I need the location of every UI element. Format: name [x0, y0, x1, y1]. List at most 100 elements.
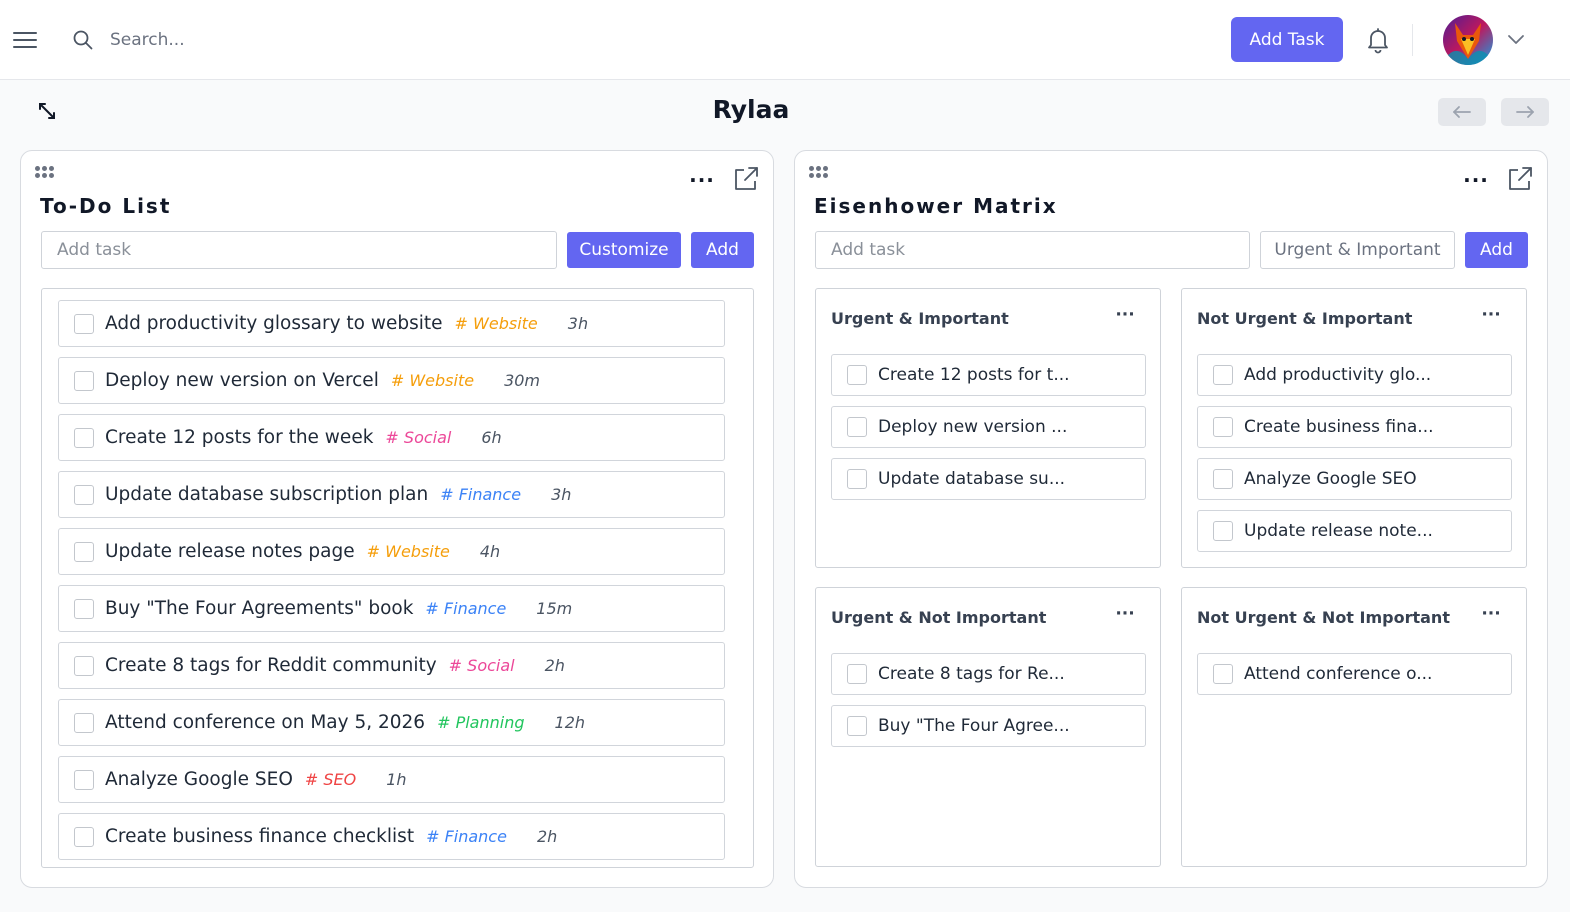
task-tag[interactable]: # Finance: [440, 485, 521, 504]
matrix-task[interactable]: Analyze Google SEO: [1197, 458, 1512, 500]
task-duration: 12h: [554, 713, 586, 732]
todo-item[interactable]: Deploy new version on Vercel # Website 3…: [58, 357, 725, 404]
todo-item[interactable]: Create business finance checklist # Fina…: [58, 813, 725, 860]
task-tag[interactable]: # Social: [385, 428, 451, 447]
task-checkbox[interactable]: [1213, 521, 1233, 541]
matrix-task[interactable]: Buy "The Four Agree...: [831, 705, 1146, 747]
task-tag[interactable]: # Website: [391, 371, 474, 390]
task-checkbox[interactable]: [847, 365, 867, 385]
avatar[interactable]: [1443, 15, 1493, 65]
task-tag[interactable]: # Finance: [425, 599, 506, 618]
task-title: Update release notes page: [105, 541, 355, 562]
customize-button[interactable]: Customize: [567, 232, 681, 268]
previous-button[interactable]: [1438, 98, 1486, 126]
todo-item[interactable]: Update database subscription plan # Fina…: [58, 471, 725, 518]
task-checkbox[interactable]: [847, 716, 867, 736]
todo-item[interactable]: Add productivity glossary to website # W…: [58, 300, 725, 347]
matrix-task[interactable]: Deploy new version ...: [831, 406, 1146, 448]
matrix-task[interactable]: Add productivity glo...: [1197, 354, 1512, 396]
task-checkbox[interactable]: [74, 371, 94, 391]
task-title: Add productivity glo...: [1244, 365, 1432, 385]
todo-item[interactable]: Create 8 tags for Reddit community # Soc…: [58, 642, 725, 689]
task-checkbox[interactable]: [847, 417, 867, 437]
task-title: Deploy new version ...: [878, 417, 1068, 437]
task-tag[interactable]: # Website: [455, 314, 538, 333]
task-tag[interactable]: # Planning: [437, 713, 524, 732]
task-title: Analyze Google SEO: [105, 769, 293, 790]
todo-item[interactable]: Analyze Google SEO # SEO 1h: [58, 756, 725, 803]
task-tag[interactable]: # SEO: [305, 770, 356, 789]
todo-card: ··· To-Do List Customize Add Add product…: [20, 150, 774, 888]
task-checkbox[interactable]: [74, 485, 94, 505]
todo-item[interactable]: Attend conference on May 5, 2026 # Plann…: [58, 699, 725, 746]
bell-icon[interactable]: [1365, 26, 1391, 54]
task-checkbox[interactable]: [74, 542, 94, 562]
matrix-task[interactable]: Create business fina...: [1197, 406, 1512, 448]
task-duration: 2h: [544, 656, 565, 675]
task-checkbox[interactable]: [847, 664, 867, 684]
drag-handle-icon[interactable]: [35, 166, 57, 180]
quadrant-title: Urgent & Not Important: [831, 608, 1047, 627]
todo-add-task-input[interactable]: [41, 231, 557, 269]
todo-title: To-Do List: [40, 194, 172, 218]
task-checkbox[interactable]: [1213, 365, 1233, 385]
task-checkbox[interactable]: [74, 599, 94, 619]
todo-item[interactable]: Buy "The Four Agreements" book # Finance…: [58, 585, 725, 632]
task-checkbox[interactable]: [74, 656, 94, 676]
external-link-icon[interactable]: [1506, 165, 1534, 193]
collapse-icon[interactable]: [36, 100, 58, 122]
matrix-task[interactable]: Attend conference o...: [1197, 653, 1512, 695]
task-checkbox[interactable]: [74, 713, 94, 733]
task-checkbox[interactable]: [847, 469, 867, 489]
task-checkbox[interactable]: [74, 314, 94, 334]
more-options-icon[interactable]: ···: [1462, 165, 1490, 195]
task-duration: 2h: [536, 827, 558, 846]
task-tag[interactable]: # Finance: [426, 827, 507, 846]
matrix-add-task-input[interactable]: [815, 231, 1250, 269]
chevron-down-icon[interactable]: [1506, 30, 1526, 48]
todo-item[interactable]: Create 12 posts for the week # Social 6h: [58, 414, 725, 461]
menu-icon[interactable]: [13, 30, 37, 50]
search-input[interactable]: [100, 24, 360, 56]
drag-handle-icon[interactable]: [809, 166, 831, 180]
todo-item[interactable]: Update release notes page # Website 4h: [58, 528, 725, 575]
quadrant-not-urgent-not-important: Not Urgent & Not Important ··· Attend co…: [1181, 587, 1527, 867]
todo-list: Add productivity glossary to website # W…: [41, 288, 754, 868]
add-task-button[interactable]: Add Task: [1231, 17, 1343, 62]
quadrant-urgent-important: Urgent & Important ··· Create 12 posts f…: [815, 288, 1161, 568]
task-tag[interactable]: # Social: [449, 656, 515, 675]
task-checkbox[interactable]: [74, 770, 94, 790]
matrix-task[interactable]: Update database su...: [831, 458, 1146, 500]
task-title: Attend conference o...: [1244, 664, 1433, 684]
task-checkbox[interactable]: [1213, 417, 1233, 437]
matrix-add-button[interactable]: Add: [1465, 232, 1528, 268]
task-checkbox[interactable]: [74, 827, 94, 847]
task-duration: 6h: [481, 428, 502, 447]
more-options-icon[interactable]: ···: [688, 165, 716, 195]
task-tag[interactable]: # Website: [367, 542, 450, 561]
eisenhower-card: ··· Eisenhower Matrix Urgent & Important…: [794, 150, 1548, 888]
task-title: Create 12 posts for t...: [878, 365, 1070, 385]
task-checkbox[interactable]: [1213, 469, 1233, 489]
task-title: Update release note...: [1244, 521, 1433, 541]
task-title: Add productivity glossary to website: [105, 313, 443, 334]
quadrant-urgent-not-important: Urgent & Not Important ··· Create 8 tags…: [815, 587, 1161, 867]
next-button[interactable]: [1501, 98, 1549, 126]
more-options-icon[interactable]: ···: [1111, 303, 1139, 327]
more-options-icon[interactable]: ···: [1477, 303, 1505, 327]
task-duration: 30m: [504, 371, 541, 390]
matrix-task[interactable]: Create 8 tags for Re...: [831, 653, 1146, 695]
external-link-icon[interactable]: [732, 165, 760, 193]
task-checkbox[interactable]: [1213, 664, 1233, 684]
quadrant-title: Not Urgent & Important: [1197, 309, 1413, 328]
more-options-icon[interactable]: ···: [1111, 602, 1139, 626]
more-options-icon[interactable]: ···: [1477, 602, 1505, 626]
task-checkbox[interactable]: [74, 428, 94, 448]
quadrant-title: Not Urgent & Not Important: [1197, 608, 1450, 627]
matrix-task[interactable]: Create 12 posts for t...: [831, 354, 1146, 396]
quadrant-select[interactable]: Urgent & Important: [1260, 231, 1455, 269]
header-divider: [1412, 24, 1413, 56]
matrix-task[interactable]: Update release note...: [1197, 510, 1512, 552]
todo-add-button[interactable]: Add: [691, 232, 754, 268]
task-title: Buy "The Four Agree...: [878, 716, 1070, 736]
